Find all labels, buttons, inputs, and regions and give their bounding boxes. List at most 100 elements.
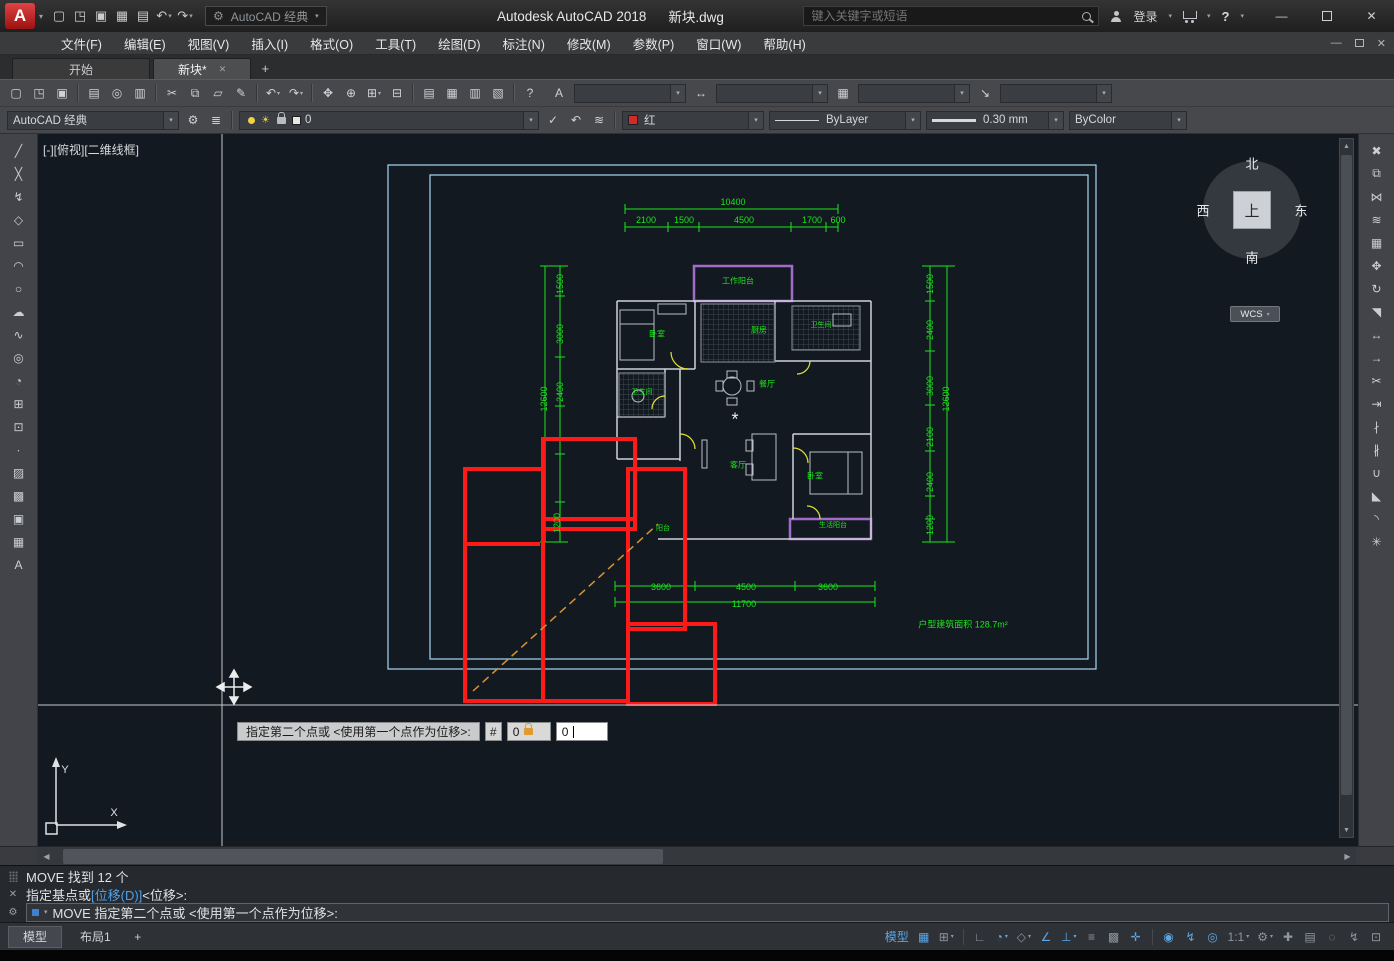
chevron-down-icon[interactable]: ▾ (1096, 85, 1111, 102)
autoscale-icon[interactable]: ↯ (1181, 927, 1201, 947)
scroll-left-icon[interactable]: ◀ (38, 848, 55, 865)
chevron-down-icon[interactable]: ▾ (812, 85, 827, 102)
command-line-window[interactable]: MOVE 找到 12 个 ✕ 指定基点或 [位移(D)] <位移>: ⚙ ▾ M… (0, 865, 1394, 922)
copy-icon[interactable]: ⧉ (1364, 163, 1390, 184)
tab-drawing[interactable]: 新块* ✕ (153, 58, 251, 79)
menu-item[interactable]: 帮助(H) (752, 32, 816, 55)
open-icon[interactable]: ◳ (28, 83, 50, 104)
region-icon[interactable]: ▣ (6, 508, 32, 529)
search-input[interactable] (811, 9, 1082, 23)
pan-icon[interactable]: ✥ (317, 83, 339, 104)
linetype-combo[interactable]: ByLayer ▾ (769, 111, 921, 130)
otrack-icon[interactable]: ∠ (1036, 927, 1056, 947)
menu-item[interactable]: 标注(N) (492, 32, 556, 55)
qnew-icon[interactable]: ▢ (5, 83, 27, 104)
zoom-window-icon[interactable]: ⊞▾ (363, 83, 385, 104)
command-customize-icon[interactable]: ⚙ (0, 907, 26, 918)
fillet-icon[interactable]: ◝ (1364, 508, 1390, 529)
help-icon[interactable]: ? (519, 83, 541, 104)
cut-icon[interactable]: ✂ (161, 83, 183, 104)
wcs-menu[interactable]: WCS ▾ (1230, 306, 1280, 322)
help-icon[interactable]: ? (1222, 9, 1230, 24)
doc-restore-button[interactable] (1355, 39, 1364, 47)
scroll-down-icon[interactable]: ▼ (1340, 823, 1353, 837)
workspace-gear-icon[interactable]: ⚙▾ (1254, 927, 1276, 947)
arc-icon[interactable]: ◠ (6, 255, 32, 276)
layer-freeze-icon[interactable]: ☀ (261, 115, 270, 126)
join-icon[interactable]: ∪ (1364, 462, 1390, 483)
menu-item[interactable]: 修改(M) (556, 32, 622, 55)
mleader-style-combo[interactable]: ▾ (1000, 84, 1112, 103)
ellipse-arc-icon[interactable]: ◔ (6, 370, 32, 391)
menu-item[interactable]: 文件(F) (50, 32, 113, 55)
viewport-controls-label[interactable]: [-][俯视][二维线框] (43, 141, 139, 158)
undo-icon[interactable]: ↶▾ (154, 5, 174, 27)
base-prompt-option[interactable]: [位移(D)] (91, 885, 142, 904)
compass-west-label[interactable]: 西 (1196, 201, 1209, 220)
layout1-tab[interactable]: 布局1 (66, 926, 125, 948)
annotation-scale-value[interactable]: 1:1▾ (1225, 927, 1253, 947)
text-style-combo[interactable]: ▾ (574, 84, 686, 103)
user-icon[interactable] (1110, 11, 1122, 22)
tab-start[interactable]: 开始 (12, 58, 150, 79)
construction-line-icon[interactable]: ╳ (6, 163, 32, 184)
paste-icon[interactable]: ▱ (207, 83, 229, 104)
array-icon[interactable]: ▦ (1364, 232, 1390, 253)
match-properties-icon[interactable]: ✎ (230, 83, 252, 104)
tool-palettes-icon[interactable]: ▥ (464, 83, 486, 104)
new-tab-button[interactable]: + (254, 58, 276, 78)
annotation-monitor-icon[interactable]: ✚ (1278, 927, 1298, 947)
line-icon[interactable]: ╱ (6, 140, 32, 161)
dynamic-input-hash-button[interactable]: # (485, 722, 502, 741)
rectangle-icon[interactable]: ▭ (6, 232, 32, 253)
clean-screen-icon[interactable]: ⊡ (1366, 927, 1386, 947)
copy-clip-icon[interactable]: ⧉ (184, 83, 206, 104)
mirror-icon[interactable]: ⋈ (1364, 186, 1390, 207)
dynamic-input-icon[interactable]: ✛ (1126, 927, 1146, 947)
recent-commands-icon[interactable] (32, 909, 39, 916)
search-icon[interactable] (1082, 12, 1091, 21)
circle-icon[interactable]: ○ (6, 278, 32, 299)
horizontal-scroll-thumb[interactable] (63, 849, 663, 864)
layer-properties-icon[interactable]: ≣ (205, 110, 227, 131)
osnap-icon[interactable]: ⊥▾ (1058, 927, 1079, 947)
workspace-switcher[interactable]: ⚙ AutoCAD 经典 ▾ (205, 6, 327, 26)
properties-icon[interactable]: ▤ (418, 83, 440, 104)
cart-caret-icon[interactable]: ▾ (1207, 12, 1211, 20)
navigation-compass[interactable]: 上 北 南 西 东 (1196, 154, 1308, 266)
lineweight-combo[interactable]: 0.30 mm ▾ (926, 111, 1064, 130)
table-icon[interactable]: ▦ (6, 531, 32, 552)
menu-item[interactable]: 绘图(D) (427, 32, 491, 55)
erase-icon[interactable]: ✖ (1364, 140, 1390, 161)
trim-icon[interactable]: ✂ (1364, 370, 1390, 391)
plot-icon[interactable]: ▤ (83, 83, 105, 104)
polygon-icon[interactable]: ◇ (6, 209, 32, 230)
insert-block-icon[interactable]: ⊞ (6, 393, 32, 414)
dynamic-input-x-field[interactable]: 0 (507, 722, 551, 741)
snap-icon[interactable]: ⊞▾ (936, 927, 957, 947)
close-button[interactable]: ✕ (1349, 0, 1394, 32)
menu-item[interactable]: 工具(T) (364, 32, 427, 55)
scale-icon[interactable]: ◥ (1364, 301, 1390, 322)
model-tab[interactable]: 模型 (8, 926, 62, 948)
publish-icon[interactable]: ▥ (129, 83, 151, 104)
save-as-icon[interactable]: ▦ (112, 5, 132, 27)
drawing-canvas[interactable]: 1040021001500450017006001500300024001260… (38, 134, 1358, 846)
zoom-previous-icon[interactable]: ⊟ (386, 83, 408, 104)
compass-north-label[interactable]: 北 (1245, 154, 1258, 173)
layer-combo[interactable]: ☀ 0 ▾ (239, 111, 539, 130)
app-store-cart-icon[interactable] (1183, 11, 1196, 22)
doc-minimize-button[interactable]: — (1331, 37, 1342, 49)
table-style-combo[interactable]: ▾ (858, 84, 970, 103)
plot-preview-icon[interactable]: ◎ (106, 83, 128, 104)
chevron-down-icon[interactable]: ▾ (905, 112, 920, 129)
search-box[interactable] (803, 6, 1099, 26)
annotation-visibility-icon[interactable]: ◉ (1159, 927, 1179, 947)
compass-top-face[interactable]: 上 (1233, 191, 1271, 229)
transparency-icon[interactable]: ▩ (1104, 927, 1124, 947)
rotate-icon[interactable]: ↻ (1364, 278, 1390, 299)
lineweight-icon[interactable]: ≡ (1082, 927, 1102, 947)
text-style-icon[interactable]: A (548, 83, 570, 104)
horizontal-scrollbar[interactable]: ◀ ▶ (0, 846, 1394, 865)
chevron-down-icon[interactable]: ▾ (163, 112, 178, 129)
